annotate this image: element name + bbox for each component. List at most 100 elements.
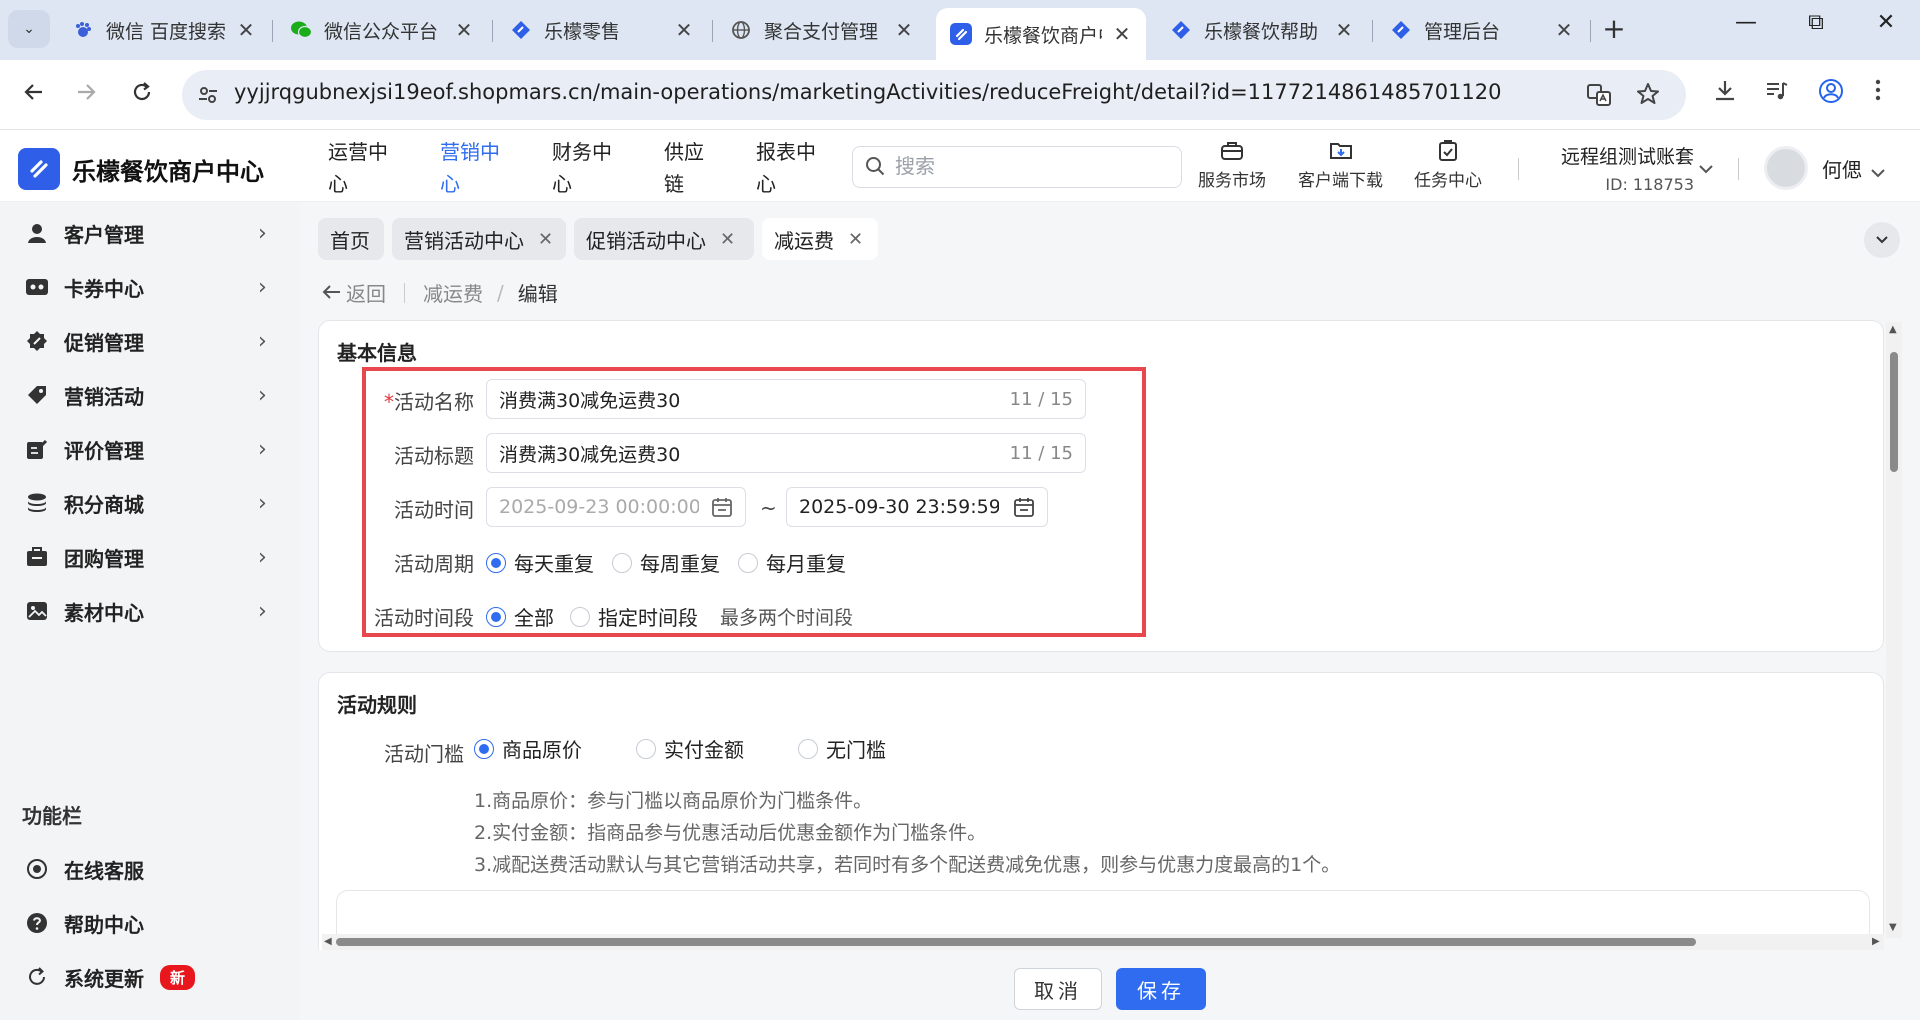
minimize-icon[interactable]: —	[1726, 10, 1766, 35]
topnav-supply-chain[interactable]: 供应链	[664, 136, 712, 200]
client-download-button[interactable]: 客户端下载	[1298, 140, 1383, 191]
back-arrow-icon[interactable]	[18, 80, 50, 110]
sidebar-item-materials[interactable]: 素材中心 ›	[0, 584, 300, 638]
lemeng-logo-icon	[18, 148, 60, 190]
cycle-radio-weekly[interactable]: 每周重复	[612, 548, 720, 577]
close-icon[interactable]: ✕	[720, 229, 735, 250]
browser-menu-icon[interactable]	[1874, 78, 1882, 108]
bookmark-star-icon[interactable]	[1636, 82, 1660, 112]
tab-close-icon[interactable]: ✕	[894, 18, 914, 42]
app-logo[interactable]: 乐檬餐饮商户中心	[18, 148, 264, 190]
close-icon[interactable]: ✕	[848, 229, 863, 250]
scroll-down-icon[interactable]: ▼	[1889, 922, 1897, 933]
url-omnibox[interactable]: yyjjrqgubnexjsi19eof.shopmars.cn/main-op…	[182, 70, 1686, 120]
sidebar-item-points-mall[interactable]: 积分商城 ›	[0, 476, 300, 530]
chevron-down-icon[interactable]	[1698, 156, 1714, 180]
header-search[interactable]	[852, 146, 1182, 188]
page-tab-promotion-center[interactable]: 促销活动中心 ✕	[574, 218, 754, 260]
restore-icon[interactable]: ⧉	[1796, 10, 1836, 35]
tab-close-icon[interactable]: ✕	[674, 18, 694, 42]
topnav-reports[interactable]: 报表中心	[756, 136, 824, 200]
sidebar-item-marketing[interactable]: 营销活动 ›	[0, 368, 300, 422]
sidebar-item-group-buy[interactable]: 团购管理 ›	[0, 530, 300, 584]
vertical-scrollbar[interactable]: ▲ ▼	[1886, 322, 1902, 938]
page-tab-reduce-freight[interactable]: 减运费 ✕	[762, 218, 878, 260]
activity-headline-field[interactable]: 11 / 15	[486, 433, 1086, 473]
user-chevron-down-icon[interactable]	[1870, 160, 1886, 184]
browser-tab-baidu[interactable]: 微信 百度搜索 ✕	[58, 8, 270, 52]
browser-tab-payment[interactable]: 聚合支付管理 ✕	[716, 8, 928, 52]
threshold-radio-none[interactable]: 无门槛	[798, 734, 886, 763]
period-radio-all[interactable]: 全部	[486, 602, 554, 631]
start-date-picker[interactable]	[486, 487, 746, 527]
tab-close-icon[interactable]: ✕	[1554, 18, 1574, 42]
window-close-icon[interactable]: ✕	[1866, 10, 1906, 35]
cycle-radio-daily[interactable]: 每天重复	[486, 548, 594, 577]
radio-dot	[636, 738, 656, 759]
sidebar-item-online-service[interactable]: 在线客服	[0, 842, 300, 896]
back-link[interactable]: 返回	[346, 278, 386, 307]
browser-tab-help[interactable]: 乐檬餐饮帮助 ✕	[1156, 8, 1368, 52]
scroll-right-icon[interactable]: ▶	[1872, 936, 1880, 947]
sidebar-item-help-center[interactable]: 帮助中心	[0, 896, 300, 950]
page-tab-marketing-center[interactable]: 营销活动中心 ✕	[392, 218, 566, 260]
sidebar-item-system-update[interactable]: 系统更新 新	[0, 950, 300, 1004]
edit-review-icon	[24, 436, 50, 462]
tab-close-icon[interactable]: ✕	[236, 18, 256, 42]
cycle-radio-monthly[interactable]: 每月重复	[738, 548, 846, 577]
sidebar-item-promotions[interactable]: 促销管理 ›	[0, 314, 300, 368]
activity-name-field[interactable]: 11 / 15	[486, 379, 1086, 419]
tabs-collapse-chevron-icon[interactable]	[1864, 222, 1900, 258]
sidebar-item-coupons[interactable]: 卡券中心 ›	[0, 260, 300, 314]
service-market-button[interactable]: 服务市场	[1198, 140, 1266, 191]
profile-icon[interactable]	[1818, 78, 1844, 110]
topnav-finance[interactable]: 财务中心	[552, 136, 620, 200]
sidebar-item-customers[interactable]: 客户管理 ›	[0, 206, 300, 260]
period-radio-specified[interactable]: 指定时间段	[570, 602, 698, 631]
end-date-picker[interactable]	[786, 487, 1048, 527]
scroll-up-icon[interactable]: ▲	[1889, 324, 1897, 335]
close-icon[interactable]: ✕	[538, 229, 553, 250]
breadcrumb-parent[interactable]: 减运费	[423, 278, 483, 307]
browser-tab-wechat-mp[interactable]: 微信公众平台 ✕	[276, 8, 488, 52]
sidebar-item-reviews[interactable]: 评价管理 ›	[0, 422, 300, 476]
forward-arrow-icon[interactable]	[70, 80, 102, 110]
site-settings-icon[interactable]	[196, 83, 220, 107]
cancel-button[interactable]: 取消	[1014, 968, 1102, 1010]
sidebar-item-label: 促销管理	[64, 330, 144, 355]
tab-search-chevron-icon[interactable]: ⌄	[8, 10, 50, 48]
topnav-operations[interactable]: 运营中心	[328, 136, 396, 200]
end-date-input[interactable]	[799, 496, 999, 518]
horizontal-scrollbar[interactable]: ◀ ▶	[322, 934, 1884, 950]
account-switcher[interactable]: 远程组测试账套 ID: 118753	[1554, 142, 1694, 194]
tab-close-icon[interactable]: ✕	[1112, 22, 1132, 46]
downloads-icon[interactable]	[1712, 78, 1738, 110]
user-name[interactable]: 何偲	[1822, 154, 1862, 183]
threshold-radio-paid-amount[interactable]: 实付金额	[636, 734, 744, 763]
horizontal-scroll-thumb[interactable]	[336, 938, 1696, 946]
user-icon	[24, 220, 50, 246]
start-date-input[interactable]	[499, 496, 699, 518]
search-input[interactable]	[895, 153, 1165, 181]
activity-headline-input[interactable]	[499, 442, 879, 464]
baidu-paw-icon	[72, 19, 94, 41]
media-queue-icon[interactable]	[1764, 78, 1790, 110]
translate-icon[interactable]	[1586, 82, 1612, 114]
back-arrow-icon[interactable]	[322, 281, 342, 305]
task-center-button[interactable]: 任务中心	[1414, 140, 1482, 191]
browser-tab-admin[interactable]: 管理后台 ✕	[1376, 8, 1588, 52]
topnav-marketing[interactable]: 营销中心	[440, 136, 508, 200]
avatar[interactable]	[1764, 146, 1808, 190]
activity-name-input[interactable]	[499, 388, 879, 410]
save-button[interactable]: 保存	[1116, 968, 1206, 1010]
page-tab-home[interactable]: 首页	[318, 218, 384, 260]
tab-close-icon[interactable]: ✕	[454, 18, 474, 42]
tab-close-icon[interactable]: ✕	[1334, 18, 1354, 42]
browser-tab-lemeng-retail[interactable]: 乐檬零售 ✕	[496, 8, 708, 52]
browser-tab-merchant-center[interactable]: 乐檬餐饮商户中心 ✕	[936, 8, 1146, 60]
scroll-left-icon[interactable]: ◀	[324, 936, 332, 947]
threshold-radio-original-price[interactable]: 商品原价	[474, 734, 582, 763]
reload-icon[interactable]	[126, 80, 158, 110]
new-tab-icon[interactable]: +	[1597, 12, 1631, 45]
vertical-scroll-thumb[interactable]	[1890, 352, 1898, 472]
